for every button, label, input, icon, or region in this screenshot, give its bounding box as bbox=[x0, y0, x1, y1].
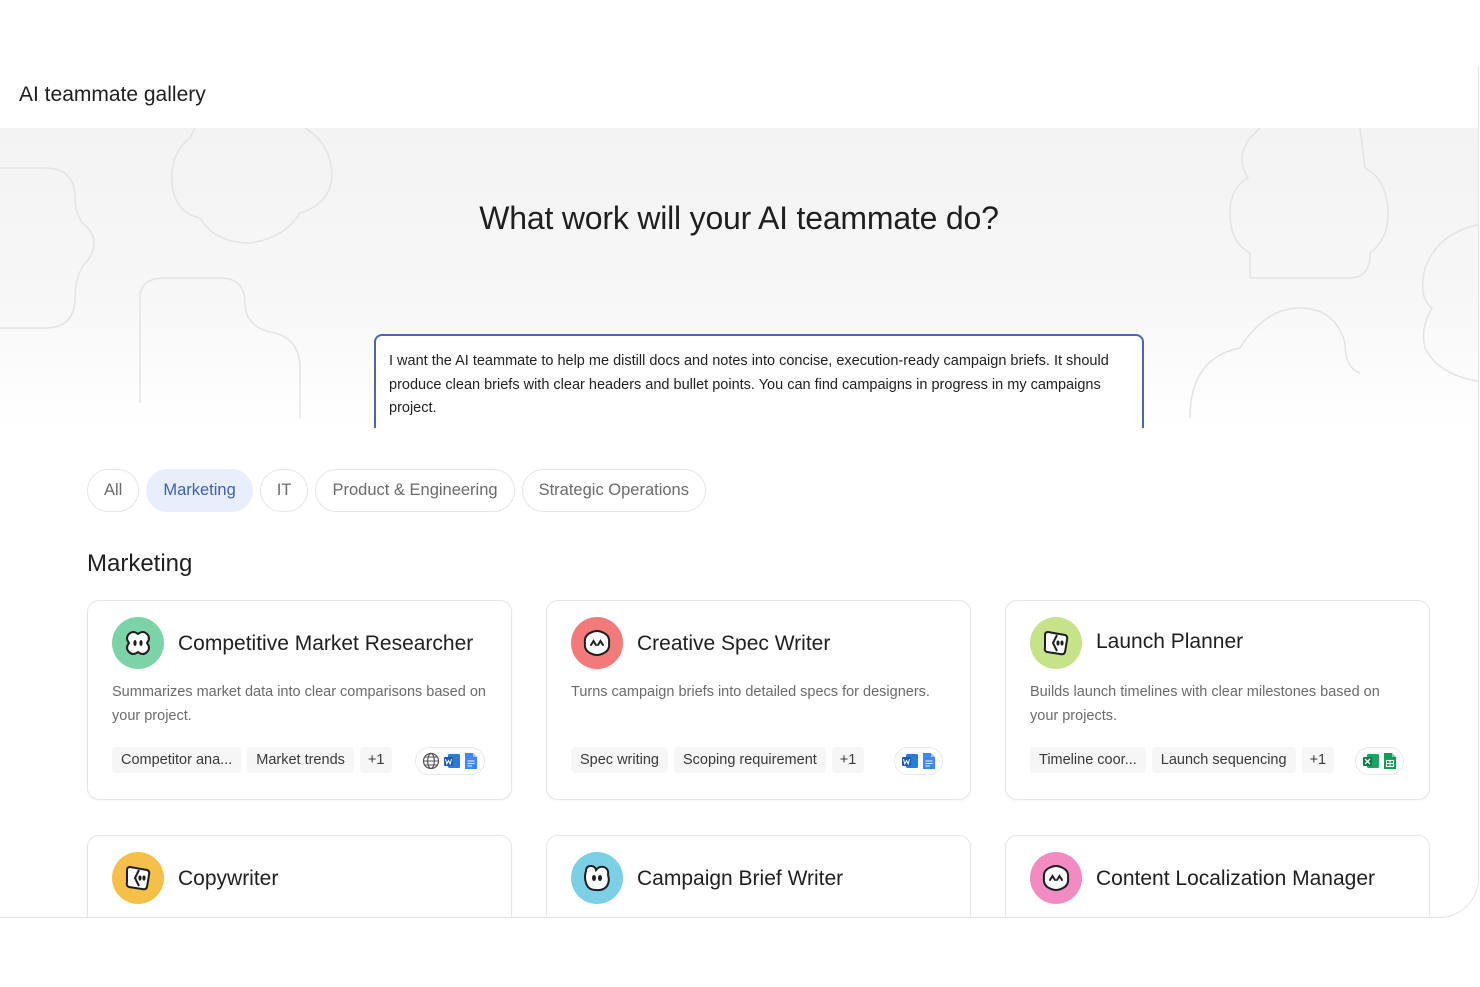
teammate-face-icon bbox=[1042, 865, 1070, 891]
filter-chip-strategic-operations[interactable]: Strategic Operations bbox=[521, 469, 706, 512]
skill-tags: Timeline coor... Launch sequencing +1 bbox=[1030, 747, 1335, 773]
app-window: AI teammate gallery What work will your … bbox=[0, 66, 1479, 918]
avatar bbox=[1030, 617, 1082, 669]
skill-tag: Scoping requirement bbox=[673, 747, 826, 773]
connected-apps bbox=[1355, 747, 1404, 775]
card-name: Content Localization Manager bbox=[1096, 867, 1376, 890]
avatar bbox=[112, 617, 164, 669]
teammate-card-launch-planner[interactable]: Launch Planner Builds launch timelines w… bbox=[1005, 600, 1430, 800]
hero-section: What work will your AI teammate do? I wa… bbox=[0, 128, 1478, 428]
avatar bbox=[1030, 852, 1082, 904]
filter-chip-marketing[interactable]: Marketing bbox=[146, 469, 253, 512]
skill-tag: Market trends bbox=[247, 747, 354, 773]
skill-tag: Spec writing bbox=[571, 747, 668, 773]
teammate-face-icon bbox=[125, 865, 151, 891]
word-icon bbox=[444, 754, 460, 768]
teammate-card-copywriter[interactable]: Copywriter bbox=[87, 835, 512, 917]
hero-heading: What work will your AI teammate do? bbox=[479, 200, 999, 236]
page-title: AI teammate gallery bbox=[19, 83, 206, 106]
teammate-face-icon bbox=[1043, 630, 1069, 656]
teammate-face-icon bbox=[126, 631, 150, 655]
teammate-card-campaign-brief-writer[interactable]: Campaign Brief Writer bbox=[546, 835, 971, 917]
word-icon bbox=[902, 754, 918, 768]
teammate-card-creative-spec-writer[interactable]: Creative Spec Writer Turns campaign brie… bbox=[546, 600, 971, 800]
card-description: Summarizes market data into clear compar… bbox=[112, 684, 486, 724]
google-sheets-icon bbox=[1384, 753, 1396, 769]
connected-apps bbox=[415, 747, 485, 775]
teammate-card-content-localization-manager[interactable]: Content Localization Manager bbox=[1005, 835, 1430, 917]
more-tags-count: +1 bbox=[359, 747, 393, 773]
excel-icon bbox=[1363, 754, 1379, 768]
skill-tag: Launch sequencing bbox=[1151, 747, 1296, 773]
section-title: Marketing bbox=[87, 550, 193, 577]
prompt-text[interactable]: I want the AI teammate to help me distil… bbox=[389, 350, 1129, 421]
card-name: Competitive Market Researcher bbox=[178, 632, 474, 655]
avatar bbox=[112, 852, 164, 904]
card-name: Creative Spec Writer bbox=[637, 632, 831, 655]
card-name: Campaign Brief Writer bbox=[637, 867, 844, 890]
filter-chip-product-engineering[interactable]: Product & Engineering bbox=[315, 469, 515, 512]
skill-tags: Spec writing Scoping requirement +1 bbox=[571, 747, 865, 773]
teammate-face-icon bbox=[584, 864, 610, 892]
avatar bbox=[571, 852, 623, 904]
more-tags-count: +1 bbox=[1301, 747, 1335, 773]
skill-tags: Competitor ana... Market trends +1 bbox=[112, 747, 393, 773]
category-filter-bar: All Marketing IT Product & Engineering S… bbox=[87, 469, 706, 512]
card-name: Launch Planner bbox=[1096, 630, 1244, 653]
card-description: Turns campaign briefs into detailed spec… bbox=[571, 684, 930, 700]
prompt-textarea[interactable]: I want the AI teammate to help me distil… bbox=[374, 334, 1144, 428]
teammate-face-icon bbox=[583, 630, 611, 656]
google-docs-icon bbox=[923, 753, 935, 769]
google-docs-icon bbox=[465, 753, 477, 769]
card-description: Builds launch timelines with clear miles… bbox=[1030, 684, 1380, 724]
filter-chip-it[interactable]: IT bbox=[259, 469, 309, 512]
skill-tag: Timeline coor... bbox=[1030, 747, 1146, 773]
filter-chip-all[interactable]: All bbox=[87, 469, 140, 512]
avatar bbox=[571, 617, 623, 669]
top-bar: AI teammate gallery bbox=[0, 66, 1478, 128]
globe-icon bbox=[422, 752, 440, 770]
teammate-card-competitive-market-researcher[interactable]: Competitive Market Researcher Summarizes… bbox=[87, 600, 512, 800]
more-tags-count: +1 bbox=[831, 747, 865, 773]
skill-tag: Competitor ana... bbox=[112, 747, 242, 773]
card-name: Copywriter bbox=[178, 867, 279, 890]
connected-apps bbox=[894, 747, 943, 775]
